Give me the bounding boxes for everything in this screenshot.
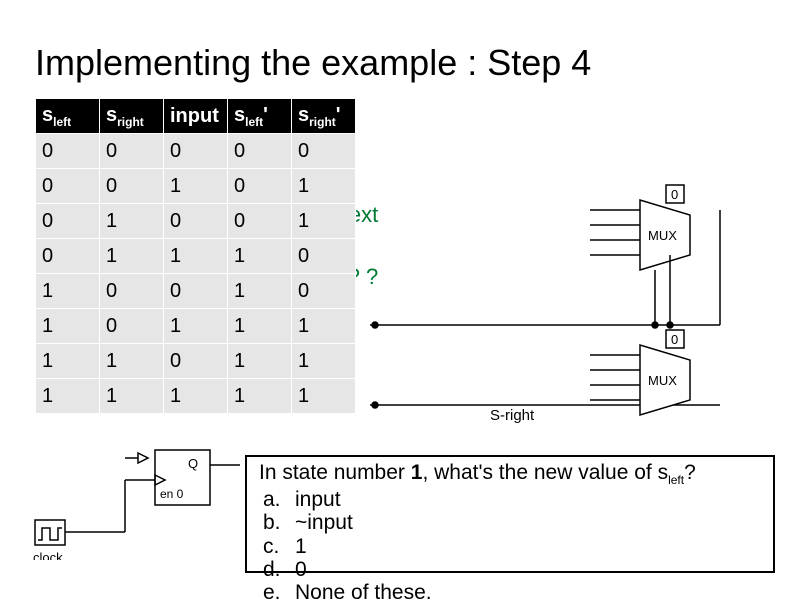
table-row: 10010: [36, 274, 356, 309]
table-row: 01110: [36, 239, 356, 274]
table-cell: 1: [164, 309, 228, 344]
q-label: Q: [188, 456, 198, 471]
option-label: c.: [263, 535, 283, 558]
table-cell: 1: [228, 309, 292, 344]
table-body: 0000000101010010111010010101111101111111: [36, 134, 356, 414]
table-cell: 1: [292, 309, 356, 344]
table-cell: 1: [228, 379, 292, 414]
table-cell: 0: [292, 239, 356, 274]
option-value: input: [295, 488, 341, 511]
table-cell: 1: [100, 379, 164, 414]
s-right-label: S-right: [490, 407, 535, 424]
option-value: 1: [295, 535, 307, 558]
question-option: d. 0: [263, 558, 763, 581]
mux-top-zero: 0: [671, 187, 678, 202]
table-cell: 1: [228, 239, 292, 274]
table-cell: 1: [164, 169, 228, 204]
question-prompt: In state number 1, what's the new value …: [259, 461, 763, 487]
table-cell: 0: [100, 169, 164, 204]
truth-table: sleft sright input sleft' sright' 000000…: [35, 98, 356, 414]
table-cell: 1: [100, 204, 164, 239]
table-cell: 1: [36, 379, 100, 414]
prompt-pre: In state number: [259, 461, 411, 484]
table-header-row: sleft sright input sleft' sright': [36, 99, 356, 134]
option-value: 0: [295, 558, 307, 581]
table-row: 00000: [36, 134, 356, 169]
table-cell: 0: [164, 134, 228, 169]
question-option: a. input: [263, 488, 763, 511]
table-cell: 0: [292, 274, 356, 309]
table-cell: 1: [228, 274, 292, 309]
clock-label: clock: [33, 550, 63, 560]
table-row: 01001: [36, 204, 356, 239]
table-cell: 1: [100, 239, 164, 274]
table-cell: 1: [228, 344, 292, 379]
table-row: 10111: [36, 309, 356, 344]
table-cell: 1: [292, 169, 356, 204]
mux-top-label: MUX: [648, 228, 677, 243]
table-cell: 1: [292, 204, 356, 239]
table-cell: 0: [36, 169, 100, 204]
prompt-sub: left: [668, 473, 684, 487]
table-cell: 0: [100, 274, 164, 309]
option-value: ~input: [295, 511, 353, 534]
question-option: c. 1: [263, 535, 763, 558]
en-label: en 0: [160, 487, 184, 501]
table-cell: 1: [36, 274, 100, 309]
table-cell: 0: [36, 204, 100, 239]
col-input: input: [164, 99, 228, 134]
option-label: b.: [263, 511, 283, 534]
slide-title: Implementing the example : Step 4: [35, 42, 591, 84]
table-cell: 0: [228, 134, 292, 169]
table-row: 00101: [36, 169, 356, 204]
col-sleft: sleft: [36, 99, 100, 134]
option-value: None of these.: [295, 581, 432, 604]
col-sleft-prime: sleft': [228, 99, 292, 134]
table-cell: 0: [100, 309, 164, 344]
mux-bottom-label: MUX: [648, 373, 677, 388]
table-cell: 0: [164, 344, 228, 379]
table-cell: 0: [228, 204, 292, 239]
table-row: 11011: [36, 344, 356, 379]
question-option: b. ~input: [263, 511, 763, 534]
table-cell: 1: [164, 239, 228, 274]
table-cell: 0: [36, 239, 100, 274]
option-label: e.: [263, 581, 283, 604]
prompt-end: ?: [684, 461, 696, 484]
table-row: 11111: [36, 379, 356, 414]
table-cell: 0: [164, 204, 228, 239]
table-cell: 0: [100, 134, 164, 169]
prompt-state-num: 1: [411, 461, 423, 484]
table-cell: 1: [36, 309, 100, 344]
col-sright: sright: [100, 99, 164, 134]
col-sright-prime: sright': [292, 99, 356, 134]
table-cell: 1: [100, 344, 164, 379]
table-cell: 1: [36, 344, 100, 379]
table-cell: 0: [292, 134, 356, 169]
table-cell: 1: [292, 379, 356, 414]
option-label: a.: [263, 488, 283, 511]
table-cell: 0: [228, 169, 292, 204]
prompt-post: , what's the new value of s: [422, 461, 668, 484]
table-cell: 0: [164, 274, 228, 309]
question-box: In state number 1, what's the new value …: [245, 455, 775, 573]
question-option: e. None of these.: [263, 581, 763, 604]
table-cell: 1: [292, 344, 356, 379]
table-cell: 1: [164, 379, 228, 414]
option-label: d.: [263, 558, 283, 581]
table-cell: 0: [36, 134, 100, 169]
question-options: a. input b. ~input c. 1 d. 0 e. None of these.: [259, 488, 763, 603]
mux-bottom-zero: 0: [671, 332, 678, 347]
